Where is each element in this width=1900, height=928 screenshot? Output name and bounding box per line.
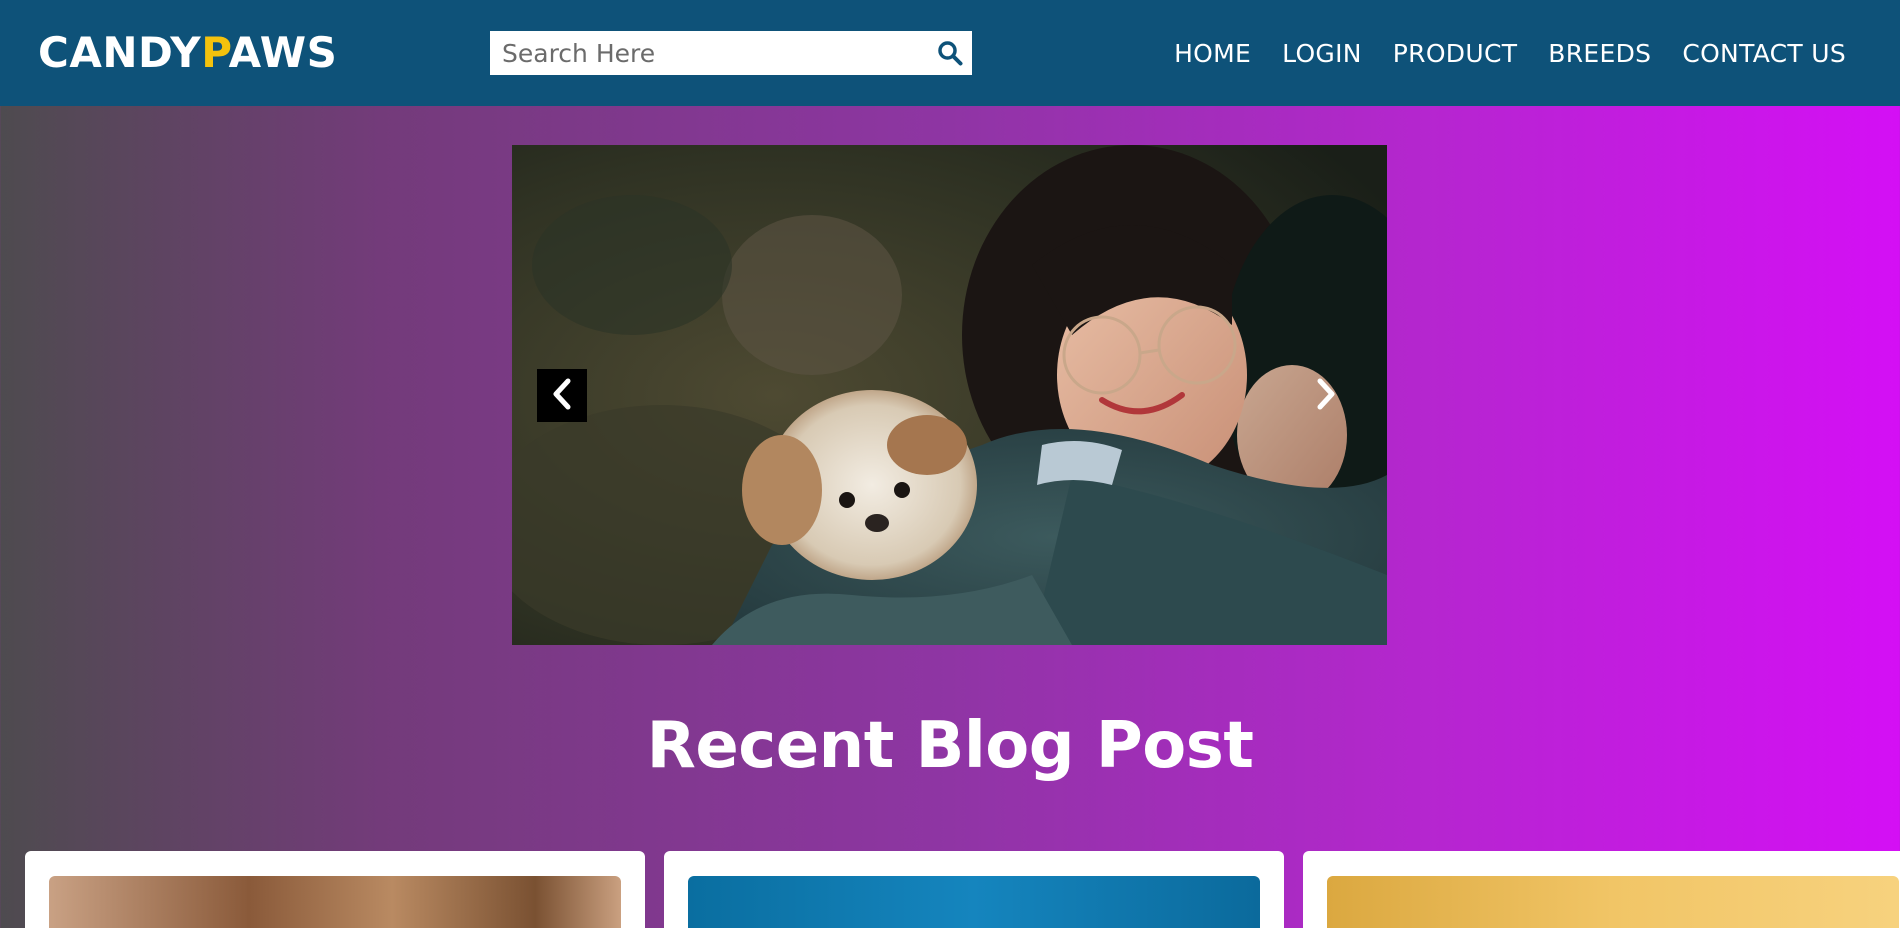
chevron-right-icon	[1315, 378, 1337, 414]
slider-prev-button[interactable]	[537, 369, 587, 422]
nav-login[interactable]: LOGIN	[1282, 39, 1362, 68]
blog-card[interactable]	[664, 851, 1284, 928]
logo-text-accent: P	[201, 28, 229, 77]
search-icon[interactable]	[936, 39, 964, 67]
blog-card-image[interactable]	[688, 876, 1260, 928]
main-nav: HOME LOGIN PRODUCT BREEDS CONTACT US	[1174, 0, 1846, 106]
nav-contact-us[interactable]: CONTACT US	[1682, 39, 1846, 68]
hero-slider	[512, 145, 1387, 645]
slide-image	[512, 145, 1387, 645]
search-input[interactable]	[490, 31, 920, 75]
chevron-left-icon	[551, 378, 573, 414]
nav-breeds[interactable]: BREEDS	[1548, 39, 1651, 68]
nav-home[interactable]: HOME	[1174, 39, 1251, 68]
blog-card[interactable]	[25, 851, 645, 928]
blog-card[interactable]	[1303, 851, 1900, 928]
nav-product[interactable]: PRODUCT	[1393, 39, 1518, 68]
blog-card-image[interactable]	[49, 876, 621, 928]
blog-section-title: Recent Blog Post	[646, 709, 1254, 783]
site-logo[interactable]: CANDYPAWS	[38, 27, 337, 79]
search-bar	[490, 31, 972, 75]
logo-text-aws: AWS	[228, 28, 338, 77]
logo-text-candy: CANDY	[38, 28, 202, 77]
slider-next-button[interactable]	[1301, 369, 1351, 422]
blog-card-image[interactable]	[1327, 876, 1899, 928]
site-header: CANDYPAWS HOME LOGIN PRODUCT BREEDS CONT…	[0, 0, 1900, 106]
